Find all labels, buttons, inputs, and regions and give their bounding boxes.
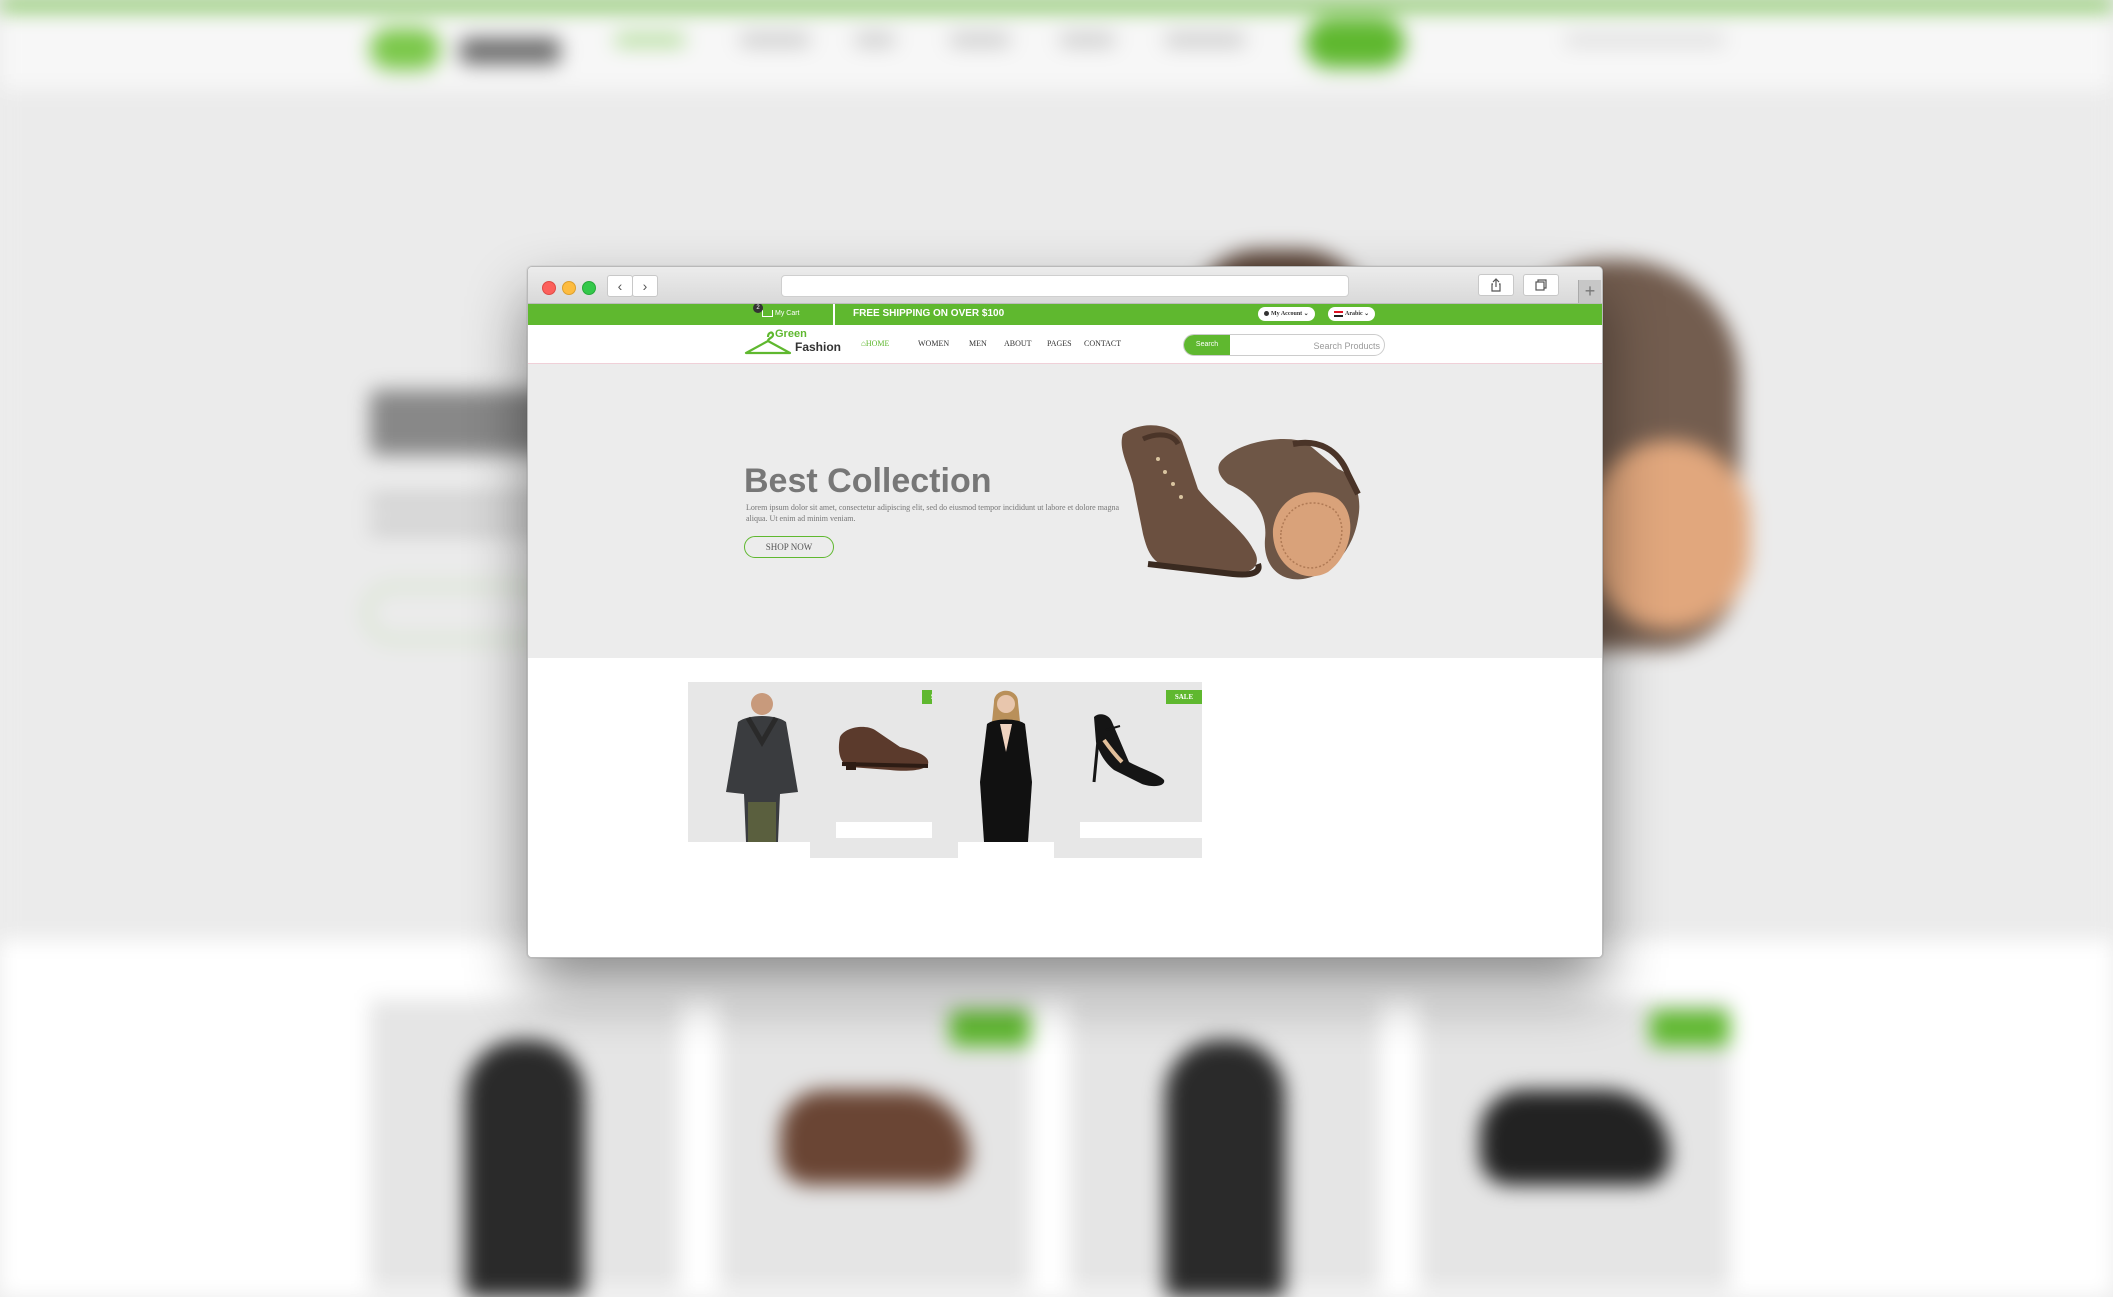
language-dropdown[interactable]: Arabic ⌄ (1328, 307, 1376, 321)
search-button[interactable]: Search (1184, 335, 1230, 355)
hero-banner: Best Collection Lorem ipsum dolor sit am… (528, 364, 1602, 658)
user-icon (1264, 311, 1269, 317)
bg-nav-item (1165, 35, 1245, 45)
hero-description: Lorem ipsum dolor sit amet, consectetur … (746, 503, 1120, 523)
tabs-icon (1535, 279, 1547, 291)
zoom-window-button[interactable] (582, 281, 596, 295)
logo-text-green: Green (775, 328, 807, 340)
product-card-next-row (1054, 838, 1202, 858)
browser-window: ‹ › + 2 My Cart FREE SHIPPING ON OVER $1… (527, 266, 1603, 958)
topbar-divider (833, 304, 835, 325)
bg-nav-item (950, 35, 1010, 45)
bg-nav-item (615, 35, 685, 45)
language-label: Arabic (1345, 311, 1363, 317)
shipping-banner: FREE SHIPPING ON OVER $100 (853, 308, 1005, 319)
cart-label: My Cart (775, 310, 800, 317)
tabs-button[interactable] (1523, 274, 1559, 296)
nav-pages[interactable]: PAGES (1047, 339, 1072, 348)
close-window-button[interactable] (542, 281, 556, 295)
flag-icon (1334, 310, 1343, 317)
bg-logo (370, 28, 570, 73)
hero-title: Best Collection (744, 462, 992, 500)
bg-search-field (1565, 35, 1725, 45)
new-tab-button[interactable]: + (1578, 280, 1601, 303)
cart-icon (762, 309, 773, 317)
nav-men[interactable]: MEN (969, 339, 987, 348)
sale-badge: SALE (1166, 690, 1202, 704)
nav-about[interactable]: ABOUT (1004, 339, 1032, 348)
logo-text-fashion: Fashion (795, 340, 842, 354)
search-bar: Search (1183, 334, 1385, 356)
browser-toolbar: ‹ › + (528, 267, 1602, 304)
back-button[interactable]: ‹ (607, 275, 633, 297)
bg-topline (0, 0, 2113, 10)
products-section: SALE SALE (528, 658, 1602, 957)
nav-home[interactable]: ⌂HOME (861, 339, 889, 348)
boots-image (1121, 425, 1361, 580)
cart-link[interactable]: 2 My Cart (753, 304, 800, 321)
search-input[interactable] (1234, 335, 1382, 355)
site-header: Green Fashion ⌂HOME WOMEN MEN ABOUT PAGE… (528, 325, 1602, 364)
bg-boot-sole (1590, 440, 1750, 630)
bg-product-card (370, 1000, 680, 1297)
web-page: 2 My Cart FREE SHIPPING ON OVER $100 My … (528, 304, 1602, 957)
forward-button[interactable]: › (632, 275, 658, 297)
nav-women[interactable]: WOMEN (918, 339, 949, 348)
my-account-label: My Account (1271, 311, 1303, 317)
share-button[interactable] (1478, 274, 1514, 296)
bg-products-section (0, 940, 2113, 1297)
bg-nav-item (1060, 35, 1115, 45)
bg-sale-badge (950, 1010, 1030, 1046)
bg-nav-item (855, 35, 895, 45)
shop-now-button[interactable]: SHOP NOW (744, 536, 834, 558)
bg-sale-badge (1650, 1010, 1730, 1046)
nav-home-label: HOME (865, 339, 890, 348)
top-bar: 2 My Cart FREE SHIPPING ON OVER $100 My … (528, 304, 1602, 325)
share-icon (1491, 278, 1501, 292)
site-logo[interactable]: Green Fashion (743, 325, 843, 361)
my-account-dropdown[interactable]: My Account ⌄ (1258, 307, 1315, 321)
minimize-window-button[interactable] (562, 281, 576, 295)
bg-product-card (1070, 1000, 1380, 1297)
product-card-next-row (810, 838, 958, 858)
address-bar[interactable] (781, 275, 1349, 297)
bg-search-button (1305, 18, 1405, 68)
bg-header (0, 10, 2113, 90)
bg-shop-button (365, 585, 551, 641)
product-card[interactable]: SALE (1054, 682, 1202, 822)
nav-contact[interactable]: CONTACT (1084, 339, 1121, 348)
bg-nav-item (740, 35, 810, 45)
